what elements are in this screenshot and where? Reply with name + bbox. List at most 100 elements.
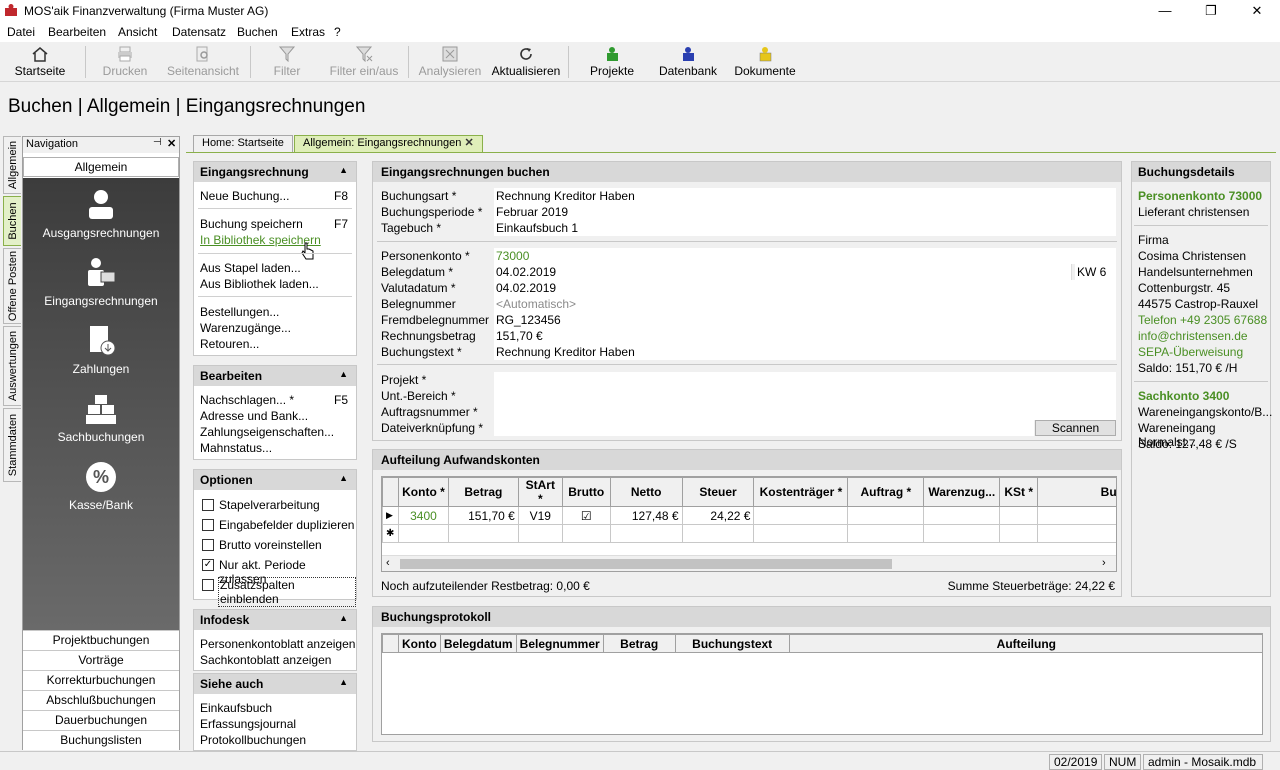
- col-konto[interactable]: Konto *: [397, 477, 449, 507]
- nav-vortraege[interactable]: Vorträge: [23, 650, 179, 670]
- vtab-offene-posten[interactable]: Offene Posten: [3, 248, 21, 324]
- belegnummer-field[interactable]: <Automatisch>: [494, 296, 1116, 312]
- rechnungsbetrag-field[interactable]: 151,70 €: [494, 328, 1116, 344]
- nav-korrekturbuchungen[interactable]: Korrekturbuchungen: [23, 670, 179, 690]
- col-betrag[interactable]: Betrag: [447, 477, 519, 507]
- dokumente-button[interactable]: Dokumente: [730, 42, 800, 82]
- adresse-bank-link[interactable]: Adresse und Bank...: [200, 409, 308, 423]
- nav-ausgangsrechnungen[interactable]: Ausgangsrechnungen: [23, 188, 179, 240]
- details-sachkonto[interactable]: Sachkonto 3400: [1138, 389, 1229, 403]
- stapelverarbeitung-checkbox[interactable]: [202, 499, 214, 511]
- projekte-button[interactable]: Projekte: [586, 42, 638, 82]
- cell-kostentraeger[interactable]: [753, 506, 849, 525]
- zusatzspalten-checkbox[interactable]: [202, 579, 214, 591]
- cell-kst[interactable]: [999, 506, 1039, 525]
- collapse-icon[interactable]: ▲: [339, 165, 348, 175]
- col-steuer[interactable]: Steuer: [681, 477, 755, 507]
- startseite-button[interactable]: Startseite: [10, 42, 70, 82]
- pane-infodesk-header[interactable]: Infodesk ▲: [194, 610, 356, 630]
- einkaufsbuch-link[interactable]: Einkaufsbuch: [200, 701, 272, 715]
- vtab-auswertungen[interactable]: Auswertungen: [3, 326, 21, 406]
- cell-konto[interactable]: 3400: [397, 506, 449, 525]
- nav-close-icon[interactable]: ✕: [167, 137, 176, 150]
- cell-netto[interactable]: 127,48 €: [609, 506, 683, 525]
- scroll-left-icon[interactable]: ‹: [386, 557, 390, 569]
- vtab-buchen[interactable]: Buchen: [3, 196, 21, 246]
- buchungsart-field[interactable]: Rechnung Kreditor Haben: [494, 188, 1116, 204]
- eingabefelder-duplizieren-checkbox[interactable]: [202, 519, 214, 531]
- vtab-allgemein[interactable]: Allgemein: [3, 136, 21, 194]
- pcol-belegnummer[interactable]: Belegnummer: [515, 634, 604, 653]
- pane-optionen-header[interactable]: Optionen ▲: [194, 470, 356, 490]
- col-kst[interactable]: KSt *: [999, 477, 1039, 507]
- aktualisieren-button[interactable]: Aktualisieren: [490, 42, 562, 82]
- col-brutto[interactable]: Brutto: [561, 477, 611, 507]
- scrollbar-thumb[interactable]: [400, 559, 892, 569]
- details-telefon[interactable]: Telefon +49 2305 67688: [1138, 313, 1267, 327]
- personenkontoblatt-link[interactable]: Personenkontoblatt anzeigen: [200, 637, 355, 651]
- horizontal-scrollbar[interactable]: ‹ ›: [382, 555, 1116, 571]
- minimize-button[interactable]: —: [1142, 0, 1188, 22]
- dateiverknuepfung-field[interactable]: [494, 420, 1034, 436]
- pin-icon[interactable]: ⊣: [153, 137, 162, 148]
- cell-warenzugang[interactable]: [923, 506, 1001, 525]
- tagebuch-field[interactable]: Einkaufsbuch 1: [494, 220, 1116, 236]
- nav-eingangsrechnungen[interactable]: Eingangsrechnungen: [23, 256, 179, 308]
- filter-button[interactable]: Filter: [265, 42, 309, 82]
- nav-zahlungen[interactable]: Zahlungen: [23, 324, 179, 376]
- pane-bearbeiten-header[interactable]: Bearbeiten ▲: [194, 366, 356, 386]
- drucken-button[interactable]: Drucken: [97, 42, 153, 82]
- analysieren-button[interactable]: Analysieren: [416, 42, 484, 82]
- pcol-aufteilung[interactable]: Aufteilung: [788, 634, 1262, 653]
- nachschlagen-link[interactable]: Nachschlagen... *: [200, 393, 294, 407]
- details-email[interactable]: info@christensen.de: [1138, 329, 1248, 343]
- protokollbuchungen-link[interactable]: Protokollbuchungen: [200, 733, 306, 747]
- nav-sachbuchungen[interactable]: Sachbuchungen: [23, 392, 179, 444]
- pcol-betrag[interactable]: Betrag: [602, 634, 676, 653]
- bibliothek-laden-link[interactable]: Aus Bibliothek laden...: [200, 277, 319, 291]
- col-kostentraeger[interactable]: Kostenträger *: [753, 477, 849, 507]
- zahlungseigenschaften-link[interactable]: Zahlungseigenschaften...: [200, 425, 334, 439]
- cell-buchungstext[interactable]: [1037, 506, 1116, 525]
- bestellungen-link[interactable]: Bestellungen...: [200, 305, 279, 319]
- menu-buchen[interactable]: Buchen: [237, 25, 278, 39]
- pcol-belegdatum[interactable]: Belegdatum: [439, 634, 517, 653]
- menu-extras[interactable]: Extras: [291, 25, 325, 39]
- cell-start[interactable]: V19: [517, 506, 563, 525]
- valutadatum-field[interactable]: 04.02.2019: [494, 280, 1116, 296]
- cell-steuer[interactable]: 24,22 €: [681, 506, 755, 525]
- table-row[interactable]: ▶ 3400 151,70 € V19 ☑ 127,48 € 24,22 €: [382, 506, 1116, 525]
- buchungstext-field[interactable]: Rechnung Kreditor Haben: [494, 344, 1116, 360]
- menu-datei[interactable]: Datei: [7, 25, 35, 39]
- scroll-right-icon[interactable]: ›: [1102, 557, 1106, 569]
- cell-brutto-checkbox[interactable]: ☑: [561, 506, 611, 525]
- details-sepa[interactable]: SEPA-Überweisung: [1138, 345, 1243, 359]
- col-auftrag[interactable]: Auftrag *: [847, 477, 925, 507]
- brutto-voreinstellen-checkbox[interactable]: [202, 539, 214, 551]
- nav-kasse-bank[interactable]: % Kasse/Bank: [23, 460, 179, 512]
- pcol-konto[interactable]: Konto: [398, 634, 441, 653]
- tab-eingangsrechnungen[interactable]: Allgemein: Eingangsrechnungen ✕: [294, 135, 483, 152]
- auftragsnummer-field[interactable]: [494, 404, 1116, 420]
- mahnstatus-link[interactable]: Mahnstatus...: [200, 441, 272, 455]
- cell-betrag[interactable]: 151,70 €: [447, 506, 519, 525]
- tab-close-icon[interactable]: ✕: [464, 137, 473, 149]
- bereich-field[interactable]: [494, 388, 1116, 404]
- seitenansicht-button[interactable]: Seitenansicht: [163, 42, 243, 82]
- col-warenzugang[interactable]: Warenzug...: [923, 477, 1001, 507]
- tab-home-startseite[interactable]: Home: Startseite: [193, 135, 293, 152]
- nav-buchungslisten[interactable]: Buchungslisten: [23, 730, 179, 750]
- col-netto[interactable]: Netto: [609, 477, 683, 507]
- details-personenkonto[interactable]: Personenkonto 73000: [1138, 189, 1262, 203]
- pane-eingangsrechnung-header[interactable]: Eingangsrechnung ▲: [194, 162, 356, 182]
- maximize-button[interactable]: ❐: [1188, 0, 1234, 22]
- col-buchungstext[interactable]: Buchu: [1037, 477, 1116, 507]
- warenzugaenge-link[interactable]: Warenzugänge...: [200, 321, 291, 335]
- collapse-icon[interactable]: ▲: [339, 369, 348, 379]
- collapse-icon[interactable]: ▲: [339, 473, 348, 483]
- fremdbelegnummer-field[interactable]: RG_123456: [494, 312, 1116, 328]
- menu-bearbeiten[interactable]: Bearbeiten: [48, 25, 106, 39]
- vtab-stammdaten[interactable]: Stammdaten: [3, 408, 21, 482]
- col-start[interactable]: StArt *: [517, 477, 563, 507]
- sachkontoblatt-link[interactable]: Sachkontoblatt anzeigen: [200, 653, 331, 667]
